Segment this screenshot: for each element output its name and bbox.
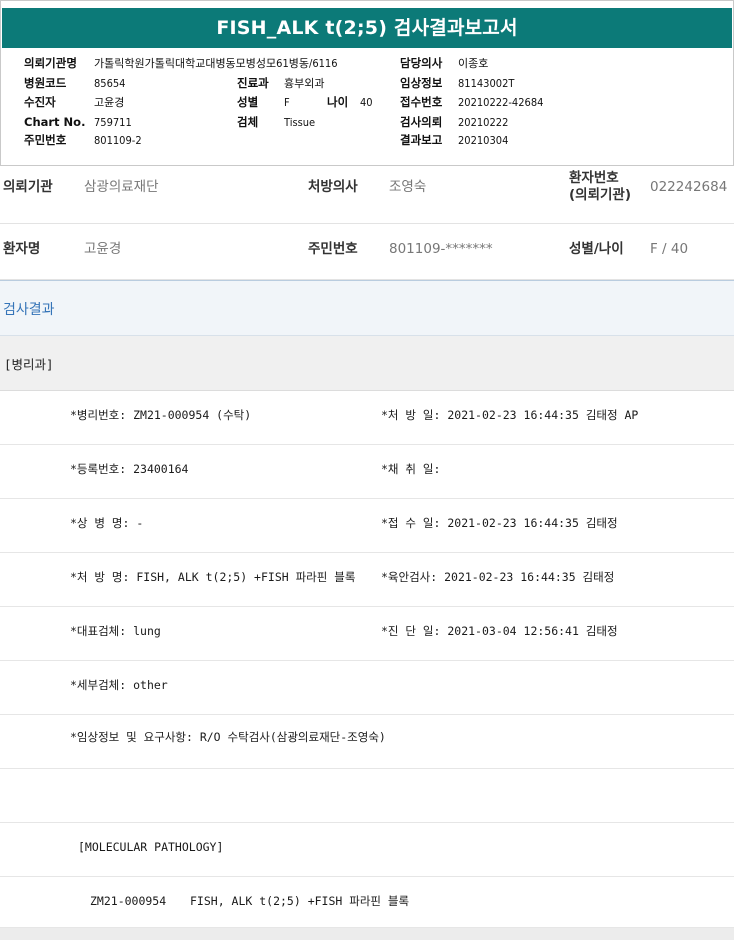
- patient-no-label: 환자번호: [569, 170, 619, 186]
- report-title: FISH_ALK t(2;5) 검사결과보고서: [2, 8, 732, 48]
- resident-label: 주민번호: [308, 241, 358, 257]
- result-row: *임상정보 및 요구사항: R/O 수탁검사(삼광의료재단-조영숙): [0, 715, 734, 769]
- result-row: *상 병 명: - *접 수 일: 2021-02-23 16:44:35 김태…: [0, 499, 734, 553]
- department-label: [병리과]: [4, 357, 54, 372]
- sex-age-label: 성별/나이: [569, 241, 624, 257]
- result-row: *세부검체: other: [0, 661, 734, 715]
- field-label-sex: 성별: [237, 95, 259, 109]
- result-left-detail-specimen: *세부검체: other: [70, 678, 168, 692]
- result-row-molecular: ZM21-000954 FISH, ALK t(2;5) +FISH 파라핀 블…: [0, 877, 734, 928]
- field-label-chart-no: Chart No.: [24, 115, 86, 129]
- molecular-header: [MOLECULAR PATHOLOGY]: [78, 840, 224, 854]
- resident-value: 801109-*******: [389, 241, 493, 257]
- result-right-gross-exam: *육안검사: 2021-02-23 16:44:35 김태정: [381, 570, 615, 584]
- field-value-patient: 고윤경: [94, 96, 125, 109]
- info-row-patient: 환자명 고윤경 주민번호 801109-******* 성별/나이 F / 40: [0, 224, 734, 280]
- field-label-patient: 수진자: [24, 95, 56, 109]
- field-label-resident-no: 주민번호: [24, 133, 67, 147]
- result-section-header: 검사결과: [0, 280, 734, 336]
- field-value-clinical-info: 81143002T: [458, 77, 515, 90]
- result-left-register-no: *등록번호: 23400164: [70, 462, 189, 476]
- result-row-molecular-header: [MOLECULAR PATHOLOGY]: [0, 823, 734, 877]
- result-row: *대표검체: lung *진 단 일: 2021-03-04 12:56:41 …: [0, 607, 734, 661]
- result-right-collect-date: *채 취 일:: [381, 462, 441, 476]
- patient-no-value: 022242684: [650, 179, 728, 195]
- doctor-label: 처방의사: [308, 179, 358, 195]
- department-row: [병리과]: [0, 336, 734, 391]
- molecular-pathology-no: ZM21-000954: [90, 894, 167, 908]
- result-section-title: 검사결과: [3, 302, 55, 318]
- result-row-empty: [0, 769, 734, 823]
- institution-label: 의뢰기관: [3, 179, 53, 195]
- field-value-resident-no: 801109-2: [94, 134, 142, 147]
- institution-value: 삼광의료재단: [84, 179, 159, 195]
- field-label-department: 진료과: [237, 76, 269, 90]
- result-left-diagnosis-name: *상 병 명: -: [70, 516, 144, 530]
- field-label-report-date: 결과보고: [400, 133, 443, 147]
- info-row-institution: 의뢰기관 삼광의료재단 처방의사 조영숙 환자번호 (의뢰기관) 0222426…: [0, 166, 734, 224]
- result-left-order-name: *처 방 명: FISH, ALK t(2;5) +FISH 파라핀 블록: [70, 570, 356, 584]
- field-label-physician: 담당의사: [400, 56, 443, 70]
- bottom-strip: [0, 928, 734, 940]
- field-value-report-date: 20210304: [458, 134, 509, 147]
- name-label: 환자명: [3, 241, 41, 257]
- field-label-hospital-code: 병원코드: [24, 76, 67, 90]
- field-value-department: 흉부외과: [284, 77, 325, 90]
- name-value: 고윤경: [84, 241, 122, 257]
- field-label-receipt-no: 접수번호: [400, 95, 443, 109]
- result-right-diagnosis-date: *진 단 일: 2021-03-04 12:56:41 김태정: [381, 624, 618, 638]
- doctor-value: 조영숙: [389, 179, 427, 195]
- field-label-clinical-info: 임상정보: [400, 76, 443, 90]
- molecular-test-name: FISH, ALK t(2;5) +FISH 파라핀 블록: [190, 894, 410, 908]
- field-label-request-date: 검사의뢰: [400, 115, 443, 129]
- result-left-pathology-no: *병리번호: ZM21-000954 (수탁): [70, 408, 252, 422]
- result-row: *등록번호: 23400164 *채 취 일:: [0, 445, 734, 499]
- field-value-institution: 가톨릭학원가톨릭대학교대병동모병성모61병동/6116: [94, 57, 338, 70]
- result-right-receipt-date: *접 수 일: 2021-02-23 16:44:35 김태정: [381, 516, 618, 530]
- result-row: *처 방 명: FISH, ALK t(2;5) +FISH 파라핀 블록 *육…: [0, 553, 734, 607]
- field-value-request-date: 20210222: [458, 116, 509, 129]
- result-left-clinical-request: *임상정보 및 요구사항: R/O 수탁검사(삼광의료재단-조영숙): [70, 730, 386, 744]
- field-label-institution: 의뢰기관명: [24, 56, 77, 70]
- result-right-order-date: *처 방 일: 2021-02-23 16:44:35 김태정 AP: [381, 408, 639, 422]
- field-label-specimen: 검체: [237, 115, 259, 129]
- field-value-physician: 이종호: [458, 57, 489, 70]
- field-value-hospital-code: 85654: [94, 77, 126, 90]
- field-value-chart-no: 759711: [94, 116, 132, 129]
- sex-age-value: F / 40: [650, 241, 689, 257]
- field-value-age: 40: [360, 96, 373, 109]
- field-label-age: 나이: [327, 95, 349, 109]
- field-value-sex: F: [284, 96, 290, 109]
- field-value-specimen: Tissue: [284, 116, 316, 129]
- result-row: *병리번호: ZM21-000954 (수탁) *처 방 일: 2021-02-…: [0, 391, 734, 445]
- field-value-receipt-no: 20210222-42684: [458, 96, 544, 109]
- patient-no-sublabel: (의뢰기관): [569, 187, 632, 203]
- result-left-main-specimen: *대표검체: lung: [70, 624, 161, 638]
